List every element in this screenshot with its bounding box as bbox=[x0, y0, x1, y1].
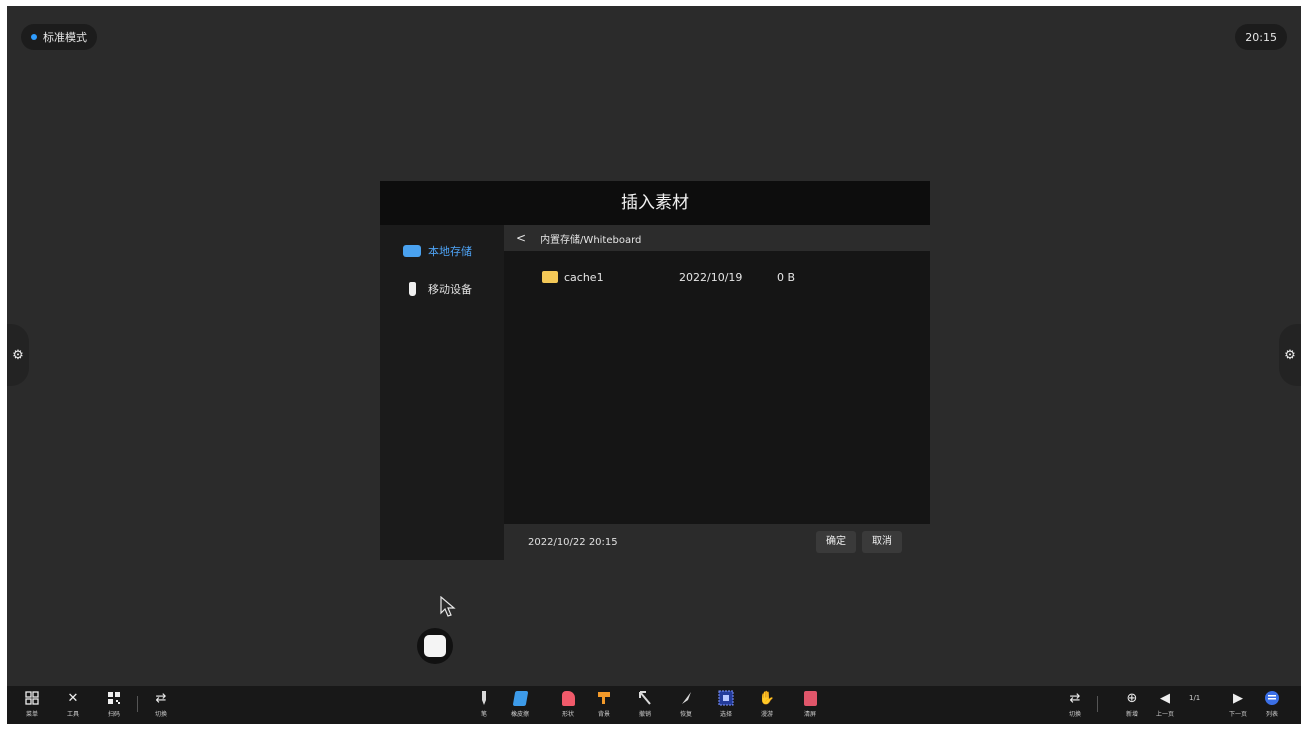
folder-icon bbox=[542, 271, 558, 283]
next-page-icon: ▶ bbox=[1233, 690, 1243, 706]
sidebar-item-mobile-device[interactable]: 移动设备 bbox=[380, 277, 504, 301]
mode-indicator[interactable]: 标准模式 bbox=[21, 24, 97, 50]
insert-material-dialog: 插入素材 本地存储 移动设备 < 内置存储/Whiteboard cache1 … bbox=[380, 181, 930, 560]
background-icon bbox=[596, 690, 612, 706]
toolbar-label: 扫码 bbox=[107, 711, 120, 718]
toolbar-label: 撤销 bbox=[638, 711, 651, 718]
storage-sidebar: 本地存储 移动设备 bbox=[380, 225, 504, 560]
toolbar-add-page-button[interactable]: ⊕ 新增 bbox=[1117, 688, 1147, 722]
drive-icon bbox=[402, 244, 422, 258]
toolbar-label: 菜单 bbox=[25, 711, 38, 718]
toolbar-divider bbox=[1097, 696, 1098, 712]
dialog-footer: 2022/10/22 20:15 确定 取消 bbox=[504, 524, 930, 560]
current-path: 内置存储/Whiteboard bbox=[540, 234, 642, 246]
back-chevron-icon[interactable]: < bbox=[516, 231, 526, 245]
pen-icon bbox=[476, 690, 492, 706]
sidebar-item-label: 本地存储 bbox=[428, 245, 472, 258]
toolbar-label: 橡皮擦 bbox=[510, 711, 529, 718]
toolbar-label: 笔 bbox=[480, 711, 487, 718]
prev-page-icon: ◀ bbox=[1160, 690, 1170, 706]
toolbar-clear-button[interactable]: 清屏 bbox=[795, 688, 825, 722]
toolbar-label: 下一页 bbox=[1228, 711, 1247, 718]
clear-icon bbox=[802, 690, 818, 706]
grid-icon bbox=[24, 690, 40, 706]
toolbar-divider bbox=[137, 696, 138, 712]
toolbar-menu-button[interactable]: 菜单 bbox=[17, 688, 47, 722]
toolbar-next-page-button[interactable]: ▶ 下一页 bbox=[1223, 688, 1253, 722]
toolbar-shape-button[interactable]: 形状 bbox=[553, 688, 583, 722]
toolbar-list-button[interactable]: 列表 bbox=[1257, 688, 1287, 722]
dialog-title: 插入素材 bbox=[380, 181, 930, 225]
hand-icon: ✋ bbox=[758, 690, 776, 706]
toolbar-background-button[interactable]: 背景 bbox=[589, 688, 619, 722]
clock-time: 20:15 bbox=[1245, 30, 1277, 44]
sidebar-item-label: 移动设备 bbox=[428, 283, 472, 296]
qrcode-icon bbox=[106, 690, 122, 706]
floating-menu-icon bbox=[424, 635, 446, 657]
mouse-pointer-icon bbox=[440, 596, 456, 617]
whiteboard-screen: 标准模式 20:15 ⚙ ⚙ 插入素材 本地存储 移动设备 < 内置存储/Whi… bbox=[7, 6, 1301, 724]
select-icon bbox=[718, 690, 734, 706]
switch-icon: ⇄ bbox=[1069, 690, 1081, 706]
confirm-button[interactable]: 确定 bbox=[816, 531, 856, 553]
bottom-toolbar: 菜单 ✕ 工具 扫码 ⇄ 切换 笔 橡皮擦 形状 背景 撤销 恢复 选择 ✋ 漫… bbox=[7, 686, 1301, 724]
toolbar-qrcode-button[interactable]: 扫码 bbox=[99, 688, 129, 722]
footer-timestamp: 2022/10/22 20:15 bbox=[528, 536, 618, 548]
sidebar-item-local-storage[interactable]: 本地存储 bbox=[380, 239, 504, 263]
mode-dot-icon bbox=[31, 34, 37, 40]
floating-menu-button[interactable] bbox=[417, 628, 453, 664]
toolbar-tools-button[interactable]: ✕ 工具 bbox=[58, 688, 88, 722]
switch-icon: ⇄ bbox=[155, 690, 167, 706]
toolbar-label: 工具 bbox=[66, 711, 79, 718]
toolbar-switch-right-button[interactable]: ⇄ 切换 bbox=[1060, 688, 1090, 722]
eraser-icon bbox=[512, 690, 528, 706]
toolbar-prev-page-button[interactable]: ◀ 上一页 bbox=[1150, 688, 1180, 722]
toolbar-eraser-button[interactable]: 橡皮擦 bbox=[505, 688, 535, 722]
path-bar: < 内置存储/Whiteboard bbox=[504, 225, 930, 251]
redo-icon bbox=[678, 690, 694, 706]
mode-label: 标准模式 bbox=[43, 31, 87, 44]
file-name: cache1 bbox=[564, 270, 604, 284]
shape-icon bbox=[560, 690, 576, 706]
cancel-button[interactable]: 取消 bbox=[862, 531, 902, 553]
toolbar-label: 形状 bbox=[561, 711, 574, 718]
toolbar-label: 列表 bbox=[1265, 711, 1278, 718]
list-icon bbox=[1264, 690, 1280, 706]
toolbar-label: 选择 bbox=[719, 711, 732, 718]
right-settings-tab[interactable]: ⚙ bbox=[1279, 324, 1301, 386]
toolbar-label: 清屏 bbox=[803, 711, 816, 718]
toolbar-label: 背景 bbox=[597, 711, 610, 718]
toolbar-undo-button[interactable]: 撤销 bbox=[630, 688, 660, 722]
toolbar-pen-button[interactable]: 笔 bbox=[469, 688, 499, 722]
toolbar-label: 上一页 bbox=[1155, 711, 1174, 718]
toolbar-label: 切换 bbox=[154, 711, 167, 718]
file-size: 0 B bbox=[777, 270, 796, 284]
toolbar-select-button[interactable]: 选择 bbox=[711, 688, 741, 722]
toolbar-label: 恢复 bbox=[679, 711, 692, 718]
toolbar-label: 切换 bbox=[1068, 711, 1081, 718]
toolbar-roam-button[interactable]: ✋ 漫游 bbox=[752, 688, 782, 722]
toolbar-switch-button[interactable]: ⇄ 切换 bbox=[146, 688, 176, 722]
file-row[interactable]: cache1 2022/10/19 0 B bbox=[504, 265, 930, 289]
add-page-icon: ⊕ bbox=[1126, 690, 1138, 706]
gear-icon: ⚙ bbox=[12, 347, 24, 363]
file-browser: < 内置存储/Whiteboard cache1 2022/10/19 0 B … bbox=[504, 225, 930, 560]
tools-icon: ✕ bbox=[67, 690, 79, 706]
toolbar-label: 漫游 bbox=[760, 711, 773, 718]
clock: 20:15 bbox=[1235, 24, 1287, 50]
toolbar-label: 新增 bbox=[1125, 711, 1138, 718]
page-indicator: 1/1 bbox=[1189, 694, 1201, 702]
left-settings-tab[interactable]: ⚙ bbox=[7, 324, 29, 386]
gear-icon: ⚙ bbox=[1284, 347, 1296, 363]
usb-icon bbox=[402, 282, 422, 296]
file-date: 2022/10/19 bbox=[679, 270, 743, 284]
toolbar-redo-button[interactable]: 恢复 bbox=[671, 688, 701, 722]
undo-icon bbox=[637, 690, 653, 706]
